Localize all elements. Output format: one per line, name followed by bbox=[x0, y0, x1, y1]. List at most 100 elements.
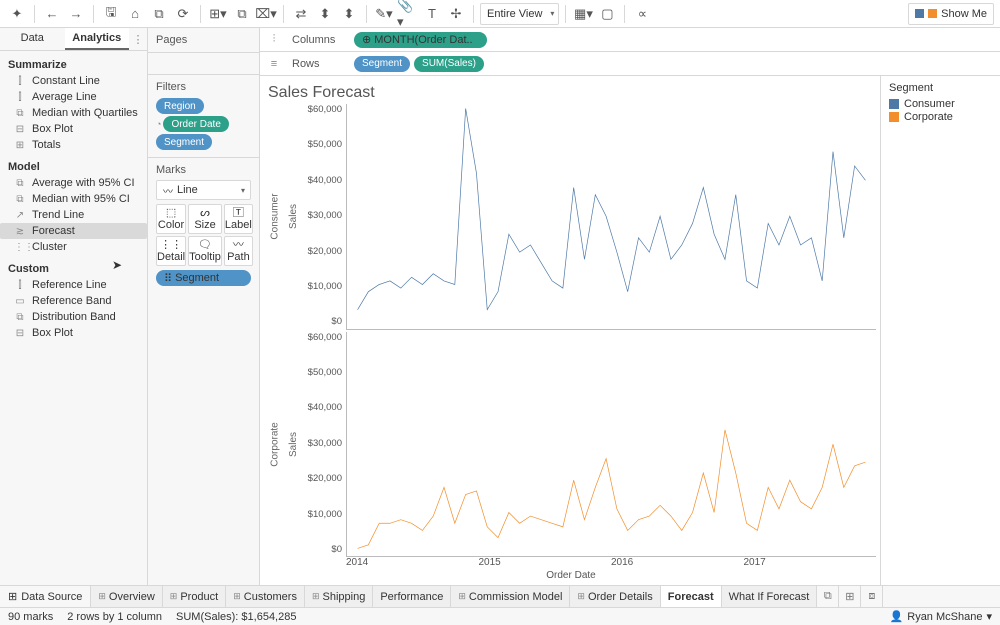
save-button[interactable]: 🖫 bbox=[100, 3, 122, 25]
back-button[interactable]: ← bbox=[41, 3, 63, 25]
status-sum: SUM(Sales): $1,654,285 bbox=[176, 611, 296, 623]
sheet-tab-overview[interactable]: ⊞Overview bbox=[91, 586, 162, 607]
plot-corporate[interactable] bbox=[346, 332, 876, 558]
chart-pane-corporate: Corporate Sales $60,000$50,000$40,000$30… bbox=[266, 332, 876, 558]
share-button[interactable]: ∝ bbox=[631, 3, 653, 25]
presentation-button[interactable]: ▢ bbox=[596, 3, 618, 25]
custom-reference-band[interactable]: ▭Reference Band bbox=[0, 293, 147, 309]
fit-dropdown[interactable]: Entire View bbox=[480, 3, 559, 25]
cards-button[interactable]: ▦▾ bbox=[572, 3, 594, 25]
refresh-button[interactable]: ⟳ bbox=[172, 3, 194, 25]
pages-drop[interactable] bbox=[148, 53, 259, 75]
mark-tooltip[interactable]: 🗨Tooltip bbox=[188, 236, 222, 266]
duplicate-button[interactable]: ⧉ bbox=[231, 3, 253, 25]
swap-button[interactable]: ⇄ bbox=[290, 3, 312, 25]
cards-column: Pages Filters Region ◔Order Date Segment… bbox=[148, 28, 260, 585]
analytics-totals: ⊞Totals bbox=[0, 137, 147, 153]
new-worksheet-tab[interactable]: ⧉ bbox=[817, 586, 839, 607]
y-axis-label-top: Sales bbox=[284, 104, 302, 330]
columns-label: Columns bbox=[292, 34, 344, 46]
analytics-cluster[interactable]: ⋮⋮Cluster bbox=[0, 239, 147, 255]
status-bar: 90 marks 2 rows by 1 column SUM(Sales): … bbox=[0, 607, 1000, 625]
filters-shelf: Filters Region ◔Order Date Segment bbox=[148, 75, 259, 158]
sheet-tab-customers[interactable]: ⊞Customers bbox=[226, 586, 305, 607]
mark-color[interactable]: ⬚Color bbox=[156, 204, 186, 234]
custom-reference-line[interactable]: ⫿Reference Line bbox=[0, 277, 147, 293]
filter-region[interactable]: Region bbox=[156, 98, 204, 114]
status-user[interactable]: 👤 Ryan McShane ▾ bbox=[890, 610, 992, 623]
new-datasource-button[interactable]: ⌂ bbox=[124, 3, 146, 25]
sheet-tab-performance[interactable]: Performance bbox=[373, 586, 451, 607]
clear-button[interactable]: ⌧▾ bbox=[255, 3, 277, 25]
mark-label[interactable]: 🅃Label bbox=[224, 204, 253, 234]
sort-desc-button[interactable]: ⬍ bbox=[338, 3, 360, 25]
rows-pill-sales[interactable]: SUM(Sales) bbox=[414, 56, 484, 72]
group-button[interactable]: 📎▾ bbox=[397, 3, 419, 25]
logo-icon[interactable]: ✦ bbox=[6, 3, 28, 25]
sheet-tab-what-if-forecast[interactable]: What If Forecast bbox=[722, 586, 818, 607]
rows-pill-segment[interactable]: Segment bbox=[354, 56, 410, 72]
y-axis-label-bot: Sales bbox=[284, 332, 302, 558]
analytics-median-95ci[interactable]: ⧉Median with 95% CI bbox=[0, 191, 147, 207]
filter-segment[interactable]: Segment bbox=[156, 134, 212, 150]
analytics-constant-line[interactable]: ⫿Constant Line bbox=[0, 73, 147, 89]
pane-menu-icon[interactable]: ⋮ bbox=[129, 28, 147, 50]
viz-area: ⫶ Columns ⊕MONTH(Order Dat.. ≡ Rows Segm… bbox=[260, 28, 1000, 585]
forward-button[interactable]: → bbox=[65, 3, 87, 25]
columns-shelf[interactable]: ⫶ Columns ⊕MONTH(Order Dat.. bbox=[260, 28, 1000, 52]
sheet-tab-order-details[interactable]: ⊞Order Details bbox=[570, 586, 660, 607]
datasource-icon: ⊞ bbox=[8, 590, 17, 603]
fix-axes-button[interactable]: ✢ bbox=[445, 3, 467, 25]
pages-shelf[interactable]: Pages bbox=[148, 28, 259, 53]
legend-item-corporate[interactable]: Corporate bbox=[889, 111, 992, 123]
mark-type-dropdown[interactable]: Line bbox=[156, 180, 251, 200]
mark-path[interactable]: 〰Path bbox=[224, 236, 253, 266]
sheet-tab-forecast[interactable]: Forecast bbox=[661, 586, 722, 607]
analytics-forecast[interactable]: ≳Forecast bbox=[0, 223, 147, 239]
sheet-tab-commission-model[interactable]: ⊞Commission Model bbox=[451, 586, 570, 607]
rows-label: Rows bbox=[292, 58, 344, 70]
plot-consumer[interactable] bbox=[346, 104, 876, 330]
legend-item-consumer[interactable]: Consumer bbox=[889, 98, 992, 110]
chart-title[interactable]: Sales Forecast bbox=[268, 84, 876, 102]
sort-asc-button[interactable]: ⬍ bbox=[314, 3, 336, 25]
custom-distribution-band[interactable]: ⧉Distribution Band bbox=[0, 309, 147, 325]
color-mark-icon: ⠿ bbox=[164, 272, 171, 285]
analytics-pane: Data Analytics ⋮ Summarize ⫿Constant Lin… bbox=[0, 28, 148, 585]
rows-shelf[interactable]: ≡ Rows Segment SUM(Sales) bbox=[260, 52, 1000, 76]
highlight-button[interactable]: ✎▾ bbox=[373, 3, 395, 25]
marks-card: Marks Line ⬚Color ᔕSize 🅃Label ⋮⋮Detail … bbox=[148, 158, 259, 292]
row-header-consumer: Consumer bbox=[266, 104, 284, 330]
data-source-tab[interactable]: ⊞Data Source bbox=[0, 586, 91, 607]
sheet-tab-product[interactable]: ⊞Product bbox=[163, 586, 226, 607]
legend-title: Segment bbox=[889, 82, 992, 94]
analytics-box-plot[interactable]: ⊟Box Plot bbox=[0, 121, 147, 137]
mark-pill-segment[interactable]: ⠿Segment bbox=[156, 270, 251, 286]
section-custom: Custom bbox=[0, 255, 147, 277]
mark-size[interactable]: ᔕSize bbox=[188, 204, 222, 234]
tab-analytics[interactable]: Analytics bbox=[65, 28, 130, 50]
new-worksheet-button[interactable]: ⊞▾ bbox=[207, 3, 229, 25]
chart-pane-consumer: Consumer Sales $60,000$50,000$40,000$30,… bbox=[266, 104, 876, 330]
rows-icon: ≡ bbox=[266, 58, 282, 70]
analytics-trend-line[interactable]: ↗Trend Line bbox=[0, 207, 147, 223]
pause-button[interactable]: ⧉ bbox=[148, 3, 170, 25]
mark-detail[interactable]: ⋮⋮Detail bbox=[156, 236, 186, 266]
custom-box-plot[interactable]: ⊟Box Plot bbox=[0, 325, 147, 341]
sheet-tab-shipping[interactable]: ⊞Shipping bbox=[305, 586, 373, 607]
new-story-tab[interactable]: ⧈ bbox=[861, 586, 883, 607]
tab-data[interactable]: Data bbox=[0, 28, 65, 50]
columns-icon: ⫶ bbox=[266, 33, 282, 46]
show-me-button[interactable]: Show Me bbox=[908, 3, 994, 25]
columns-pill-month[interactable]: ⊕MONTH(Order Dat.. bbox=[354, 32, 487, 48]
analytics-average-line[interactable]: ⫿Average Line bbox=[0, 89, 147, 105]
new-dashboard-tab[interactable]: ⊞ bbox=[839, 586, 861, 607]
analytics-median-quartiles[interactable]: ⧉Median with Quartiles bbox=[0, 105, 147, 121]
marks-label: Marks bbox=[156, 164, 251, 176]
row-header-corporate: Corporate bbox=[266, 332, 284, 558]
x-axis: 2014201520162017 Order Date bbox=[266, 557, 876, 585]
status-marks: 90 marks bbox=[8, 611, 53, 623]
filter-order-date[interactable]: Order Date bbox=[163, 116, 228, 132]
labels-button[interactable]: T bbox=[421, 3, 443, 25]
analytics-avg-95ci[interactable]: ⧉Average with 95% CI bbox=[0, 175, 147, 191]
